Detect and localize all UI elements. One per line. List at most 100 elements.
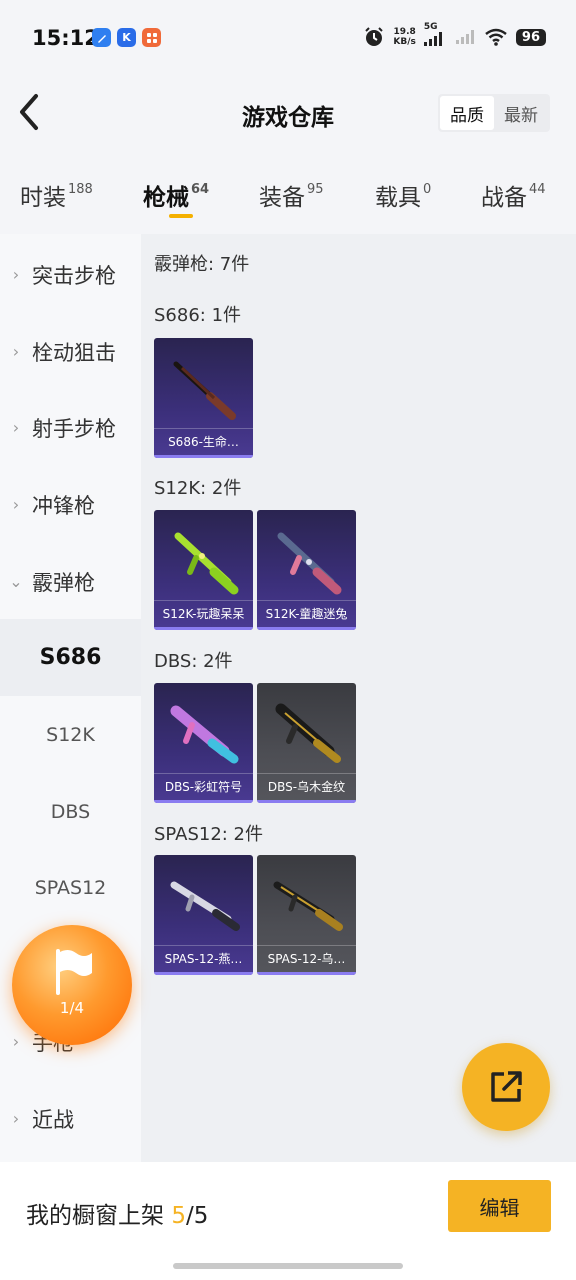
rarity-bar	[154, 800, 253, 803]
weapon-card[interactable]: DBS-乌木金纹	[257, 683, 356, 803]
share-out-icon	[491, 1071, 522, 1102]
shotgun-image	[170, 881, 240, 931]
flag-icon	[56, 949, 92, 995]
sidebar-sub-dbs[interactable]: DBS	[0, 773, 141, 850]
rarity-bar	[154, 627, 253, 630]
tab-count: 95	[307, 182, 324, 197]
shotgun-image	[170, 705, 239, 764]
status-time: 15:12	[32, 26, 99, 50]
alarm-icon	[365, 27, 384, 46]
home-indicator[interactable]	[173, 1263, 403, 1269]
sidebar-item-label: 霰弹枪	[32, 570, 95, 595]
network-type: 5G	[423, 22, 438, 32]
sidebar-sub-s686[interactable]: S686	[0, 619, 141, 696]
chevron-right-icon: ›	[12, 342, 20, 361]
battery-indicator: 96	[515, 28, 546, 46]
tab-supplies[interactable]: 战备 44	[481, 178, 546, 212]
wifi-icon	[485, 28, 507, 46]
weapon-card[interactable]: S12K-童趣迷兔	[257, 510, 356, 630]
share-button[interactable]	[462, 1043, 550, 1131]
sidebar-item-shotgun[interactable]: ⌄ 霰弹枪	[0, 543, 141, 620]
tab-equipment[interactable]: 装备 95	[259, 178, 324, 212]
sidebar-item-label: 射手步枪	[32, 416, 116, 441]
task-progress-ball[interactable]: 1/4	[12, 925, 132, 1045]
sidebar-item-bolt-sniper[interactable]: › 栓动狙击	[0, 313, 141, 390]
sidebar-sub-spas12[interactable]: SPAS12	[0, 849, 141, 926]
notes-app-icon	[92, 28, 111, 47]
chevron-right-icon: ›	[12, 495, 20, 514]
tab-fashion[interactable]: 时装 188	[20, 178, 93, 212]
edit-button[interactable]: 编辑	[448, 1180, 551, 1232]
weapon-card-label: DBS-彩虹符号	[154, 773, 253, 799]
sidebar-item-label: 近战	[32, 1107, 74, 1132]
net-speed-value: 19.8	[393, 27, 416, 37]
showcase-total: 5	[193, 1203, 209, 1229]
chevron-down-icon: ⌄	[9, 572, 23, 591]
sidebar-sub-s12k[interactable]: S12K	[0, 696, 141, 773]
rarity-bar	[257, 800, 356, 803]
rarity-bar	[154, 455, 253, 458]
showcase-label: 我的橱窗上架	[26, 1203, 164, 1229]
chevron-right-icon: ›	[12, 418, 20, 437]
shotgun-image	[173, 361, 236, 420]
tab-label: 枪械	[143, 185, 189, 211]
sidebar-item-smg[interactable]: › 冲锋枪	[0, 466, 141, 543]
group-title-dbs: DBS: 2件	[154, 651, 233, 672]
sidebar-item-label: 突击步枪	[32, 263, 116, 288]
tab-count: 188	[68, 182, 93, 197]
weapon-card-label: S12K-童趣迷兔	[257, 600, 356, 626]
weapon-card[interactable]: S686-生命…	[154, 338, 253, 458]
sidebar-item-label: 冲锋枪	[32, 493, 95, 518]
chevron-right-icon: ›	[12, 1032, 20, 1051]
weapon-card[interactable]: DBS-彩虹符号	[154, 683, 253, 803]
weapon-card-label: S12K-玩趣呆呆	[154, 600, 253, 626]
k-app-icon: K	[117, 28, 136, 47]
category-tabs: 时装 188 枪械 64 装备 95 载具 0 战备 44	[0, 160, 576, 234]
sort-toggle: 品质 最新	[438, 94, 550, 132]
weapon-card[interactable]: SPAS-12-乌…	[257, 855, 356, 975]
net-speed-unit: KB/s	[393, 37, 416, 47]
tab-vehicles[interactable]: 载具 0	[375, 178, 431, 212]
active-tab-indicator	[169, 214, 193, 218]
sort-quality-option[interactable]: 品质	[440, 96, 494, 130]
tab-firearms[interactable]: 枪械 64	[143, 178, 209, 212]
sidebar-item-marksman-rifle[interactable]: › 射手步枪	[0, 389, 141, 466]
net-speed: 19.8 KB/s	[393, 27, 415, 47]
tab-label: 载具	[375, 185, 421, 211]
status-bar: 15:12 K 19.8 KB/s 5G 96	[0, 0, 576, 70]
chevron-right-icon: ›	[12, 265, 20, 284]
tab-count: 0	[423, 182, 432, 197]
shotgun-image	[273, 881, 343, 931]
task-progress-text: 1/4	[59, 999, 85, 1017]
tab-label: 战备	[481, 185, 527, 211]
rarity-bar	[257, 972, 356, 975]
sidebar-item-melee[interactable]: › 近战	[0, 1080, 141, 1157]
group-title-s686: S686: 1件	[154, 305, 242, 326]
status-app-icons: K	[92, 28, 161, 47]
shotgun-image	[277, 532, 342, 595]
tab-label: 装备	[259, 185, 305, 211]
sidebar-item-assault-rifle[interactable]: › 突击步枪	[0, 236, 141, 313]
grid-app-icon	[142, 28, 161, 47]
weapon-list: 霰弹枪: 7件 S686: 1件 S686-生命… S12K: 2件 S12K-…	[141, 234, 576, 1162]
weapon-card[interactable]: S12K-玩趣呆呆	[154, 510, 253, 630]
chevron-right-icon: ›	[12, 1109, 20, 1128]
shotgun-image	[275, 703, 341, 763]
rarity-bar	[154, 972, 253, 975]
weapon-card-label: DBS-乌木金纹	[257, 773, 356, 799]
weapon-card-label: SPAS-12-乌…	[257, 945, 356, 971]
tab-label: 时装	[20, 185, 66, 211]
group-title-spas12: SPAS12: 2件	[154, 824, 264, 845]
signal-5g-icon: 5G	[423, 22, 448, 48]
signal-weak-icon	[455, 30, 474, 44]
weapon-card-label: SPAS-12-燕…	[154, 945, 253, 971]
group-title-s12k: S12K: 2件	[154, 478, 242, 499]
category-summary: 霰弹枪: 7件	[154, 254, 250, 275]
sort-newest-option[interactable]: 最新	[494, 96, 548, 130]
tab-count: 64	[191, 182, 210, 197]
shotgun-image	[174, 532, 239, 595]
showcase-current: 5	[171, 1203, 186, 1229]
tab-count: 44	[529, 182, 546, 197]
weapon-card[interactable]: SPAS-12-燕…	[154, 855, 253, 975]
showcase-status: 我的橱窗上架 5/5	[26, 1196, 208, 1230]
